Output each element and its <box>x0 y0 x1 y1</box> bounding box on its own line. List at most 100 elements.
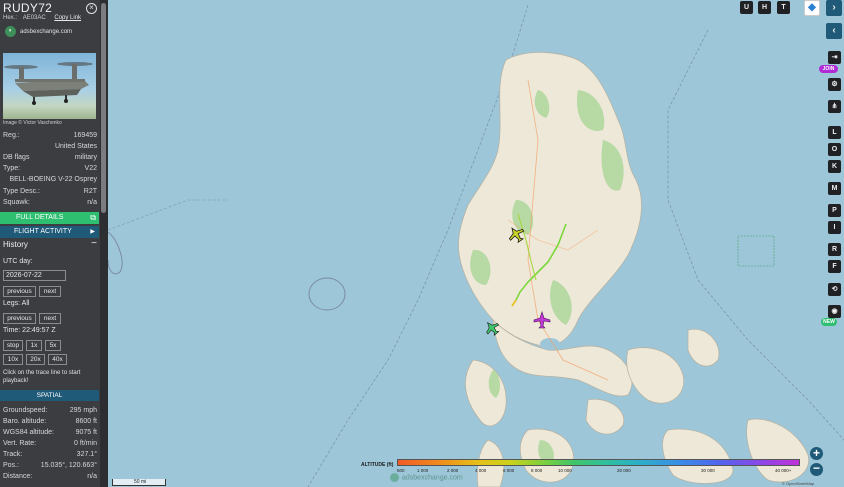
field-value: United States <box>54 143 97 150</box>
history-title: History <box>3 240 28 249</box>
country-row: United States <box>3 142 97 152</box>
altitude-tick: 8 000 <box>531 468 543 473</box>
sidebar-scrollbar[interactable] <box>100 0 108 487</box>
map-layers-icon[interactable]: ◆ <box>804 0 820 16</box>
hex-row: Hex.: AE03AC Copy Link <box>3 15 81 21</box>
playback-hint: Click on the trace line to start playbac… <box>3 370 81 384</box>
utc-day-label: UTC day: <box>3 258 33 265</box>
chevron-left-icon[interactable]: ‹ <box>826 23 842 39</box>
next-day-button[interactable]: next <box>39 286 61 297</box>
field-value: n/a <box>87 199 97 206</box>
field-value: 169459 <box>73 132 97 139</box>
spatial-section-header[interactable]: SPATIAL <box>0 390 99 401</box>
history-header[interactable]: History − <box>3 239 97 250</box>
altitude-legend-title: ALTITUDE (ft) <box>361 462 394 468</box>
osprey-photo-icon <box>4 62 93 105</box>
next-leg-button[interactable]: next <box>39 313 61 324</box>
toggle-u-button[interactable]: U <box>740 1 753 14</box>
previous-day-button[interactable]: previous <box>3 286 36 297</box>
flight-activity-button[interactable]: FLIGHT ACTIVITY ▶ <box>0 226 99 238</box>
utc-day-input[interactable]: 2026-07-22 <box>3 270 66 281</box>
chevron-right-icon[interactable]: › <box>826 0 842 16</box>
baro-altitude-row: Baro. altitude: 8600 ft <box>3 417 97 427</box>
altitude-tick: 30 000 <box>701 468 715 473</box>
photo-credit: Image © Victor Vaschenko <box>3 120 62 126</box>
site-name: adsbexchange.com <box>20 29 73 36</box>
altitude-tick: 20 000 <box>617 468 631 473</box>
map-attribution[interactable]: © OpenStreetMap <box>782 481 814 486</box>
field-key: Squawk: <box>3 199 30 206</box>
chevron-right-icon: ▶ <box>90 229 95 235</box>
zoom-out-button[interactable]: − <box>810 462 823 476</box>
hex-value: AE03AC <box>22 15 46 21</box>
adsbexchange-logo-icon: ◐ <box>5 26 16 37</box>
field-value: military <box>74 154 97 161</box>
type-name-row: BELL-BOEING V-22 Osprey <box>3 175 97 185</box>
field-key: Vert. Rate: <box>3 440 37 447</box>
field-key: Pos.: <box>3 462 19 469</box>
close-panel-button[interactable]: × <box>86 3 97 14</box>
previous-leg-button[interactable]: previous <box>3 313 36 324</box>
field-value: 327.1° <box>76 451 97 458</box>
flight-activity-label: FLIGHT ACTIVITY <box>14 228 72 235</box>
speed-5x-button[interactable]: 5x <box>45 340 61 351</box>
zoom-in-button[interactable]: + <box>810 447 823 460</box>
speed-40x-button[interactable]: 40x <box>48 354 67 365</box>
map-canvas[interactable] <box>108 0 844 487</box>
copy-link[interactable]: Copy Link <box>54 15 81 21</box>
field-key: Reg.: <box>3 132 20 139</box>
site-link[interactable]: ◐ adsbexchange.com <box>5 26 72 38</box>
db-flags-row: DB flags military <box>3 153 97 163</box>
field-key: Baro. altitude: <box>3 418 47 425</box>
toggle-m-button[interactable]: M <box>828 182 841 195</box>
time-label: Time: 22:49:57 Z <box>3 327 56 334</box>
aircraft-photo[interactable] <box>3 53 96 119</box>
toggle-i-button[interactable]: I <box>828 221 841 234</box>
full-details-label: FULL DETAILS <box>16 214 64 221</box>
collapse-icon[interactable]: − <box>91 239 97 249</box>
squawk-row: Squawk: n/a <box>3 198 97 208</box>
scrollbar-thumb[interactable] <box>101 3 106 213</box>
new-badge[interactable]: NEW <box>821 318 837 326</box>
toggle-r-button[interactable]: R <box>828 243 841 256</box>
toggle-o-button[interactable]: O <box>828 143 841 156</box>
field-key: Track: <box>3 451 23 458</box>
field-key: Type: <box>3 165 21 172</box>
field-value: R2T <box>83 188 97 195</box>
settings-gear-icon[interactable]: ⚙ <box>828 78 841 91</box>
join-icon[interactable]: ⇥ <box>828 51 841 64</box>
toggle-h-button[interactable]: H <box>758 1 771 14</box>
type-desc-row: Type Desc.: R2T <box>3 187 97 197</box>
map-watermark: adsbexchange.com <box>390 473 463 482</box>
speed-10x-button[interactable]: 10x <box>3 354 23 365</box>
hex-label: Hex.: <box>3 15 18 21</box>
legs-label: Legs: All <box>3 300 30 307</box>
altitude-tick: 6 000 <box>503 468 515 473</box>
toggle-f-button[interactable]: F <box>828 260 841 273</box>
registration-row: Reg.: 169459 <box>3 131 97 141</box>
field-key: DB flags <box>3 154 30 161</box>
join-badge[interactable]: JOIN <box>819 65 838 73</box>
hierarchy-icon[interactable]: ⋔ <box>828 100 841 113</box>
field-value: 0 ft/min <box>74 440 97 447</box>
speed-20x-button[interactable]: 20x <box>26 354 45 365</box>
position-row: Pos.: 15.035°, 120.663° <box>3 461 97 471</box>
field-value: 295 mph <box>69 407 97 414</box>
eye-icon[interactable]: ◉ <box>828 305 841 318</box>
map-view[interactable]: U H T ◆ › ‹ ⇥ JOIN ⚙ ⋔ L O K M P I R F ⟲… <box>108 0 844 487</box>
adsbexchange-logo-icon <box>390 473 399 482</box>
callsign-title: RUDY72 <box>3 1 53 15</box>
map-scale: 50 mi <box>112 479 166 486</box>
toggle-t-button[interactable]: T <box>777 1 790 14</box>
toggle-p-button[interactable]: P <box>828 204 841 217</box>
toggle-k-button[interactable]: K <box>828 160 841 173</box>
full-details-button[interactable]: FULL DETAILS ⧉ <box>0 212 99 224</box>
field-value: n/a <box>87 473 97 480</box>
speed-1x-button[interactable]: 1x <box>26 340 42 351</box>
field-value: BELL-BOEING V-22 Osprey <box>9 176 97 183</box>
stop-button[interactable]: stop <box>3 340 23 351</box>
toggle-l-button[interactable]: L <box>828 126 841 139</box>
watermark-text: adsbexchange.com <box>402 474 463 482</box>
replay-icon[interactable]: ⟲ <box>828 283 841 296</box>
altitude-tick: 40 000+ <box>775 468 792 473</box>
